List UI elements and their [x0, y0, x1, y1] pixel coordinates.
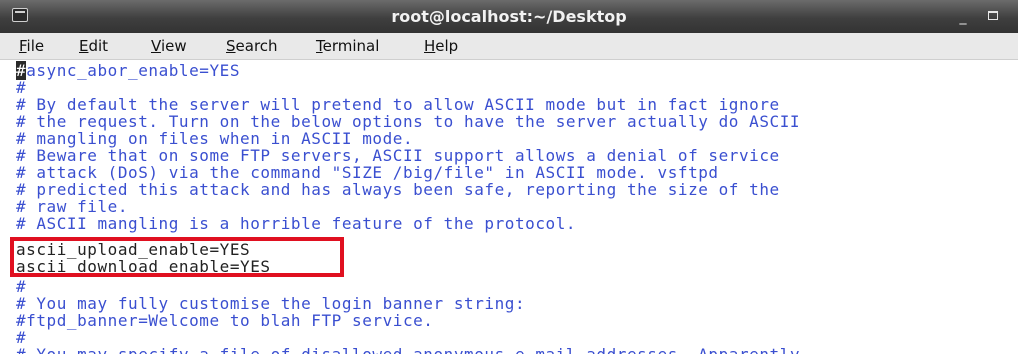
maximize-icon — [988, 10, 998, 20]
menu-terminal[interactable]: Terminal — [316, 33, 379, 59]
terminal-line-14: #ftpd_banner=Welcome to blah FTP service… — [16, 311, 434, 330]
terminal-line-4: # mangling on files when in ASCII mode. — [16, 129, 414, 148]
terminal-line-5: # Beware that on some FTP servers, ASCII… — [16, 146, 780, 165]
terminal-line-2: # By default the server will pretend to … — [16, 95, 780, 114]
terminal-window: root@localhost:~/Desktop _ File Edit Vie… — [0, 0, 1018, 354]
terminal-line-text: async_abor_enable=YES — [26, 61, 241, 80]
terminal-line-1: # — [16, 78, 27, 97]
terminal-line-0: #async_abor_enable=YES — [16, 61, 241, 80]
menu-help[interactable]: Help — [424, 33, 458, 59]
terminal-line-13: # You may fully customise the login bann… — [16, 294, 526, 313]
menu-edit[interactable]: Edit — [79, 33, 108, 59]
minimize-button[interactable]: _ — [952, 6, 974, 28]
terminal-line-15: # — [16, 328, 27, 347]
menu-bar: File Edit View Search Terminal Help — [0, 33, 1018, 60]
menu-search[interactable]: Search — [226, 33, 278, 59]
menu-view[interactable]: View — [151, 33, 187, 59]
terminal-line-7: # predicted this attack and has always b… — [16, 180, 780, 199]
title-bar[interactable]: root@localhost:~/Desktop _ — [0, 0, 1018, 34]
maximize-button[interactable] — [982, 4, 1004, 26]
terminal-line-9: # ASCII mangling is a horrible feature o… — [16, 214, 577, 233]
terminal-line-16: # You may specify a file of disallowed a… — [16, 346, 800, 354]
terminal-content[interactable]: #async_abor_enable=YES # # By default th… — [0, 60, 1018, 354]
terminal-line-12: # — [16, 277, 27, 296]
terminal-line-8: # raw file. — [16, 197, 129, 216]
highlight-annotation-box — [10, 237, 344, 277]
terminal-line-6: # attack (DoS) via the command "SIZE /bi… — [16, 163, 719, 182]
window-title: root@localhost:~/Desktop — [391, 7, 627, 26]
menu-file[interactable]: File — [19, 33, 44, 59]
terminal-line-3: # the request. Turn on the below options… — [16, 112, 801, 131]
